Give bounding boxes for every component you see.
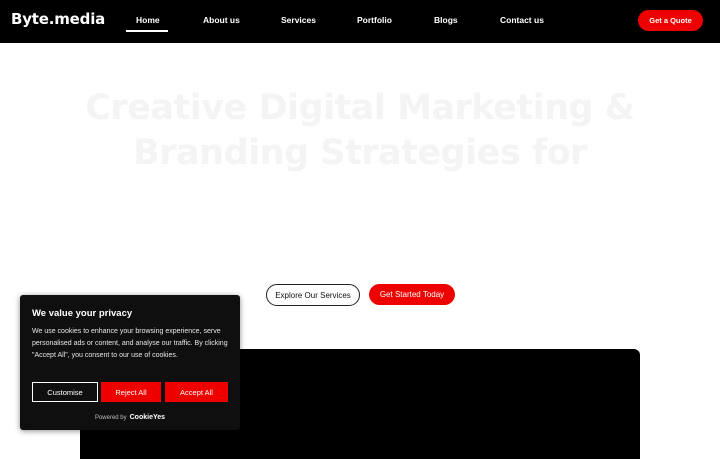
customise-button[interactable]: Customise [32,382,98,402]
get-started-button[interactable]: Get Started Today [369,284,455,305]
nav-active-indicator [126,30,168,32]
get-a-quote-button[interactable]: Get a Quote [638,10,703,31]
top-navbar: Byte.media Home About us Services Portfo… [0,0,720,43]
reject-all-button[interactable]: Reject All [101,382,161,402]
accept-all-button[interactable]: Accept All [165,382,228,402]
hero-title-line-1: Creative Digital Marketing & [85,88,635,128]
nav-services[interactable]: Services [281,15,316,25]
cookie-consent-banner: We value your privacy We use cookies to … [20,295,240,430]
nav-home[interactable]: Home [136,15,160,25]
nav-portfolio[interactable]: Portfolio [357,15,392,25]
cookieyes-logo[interactable]: CookieYes [130,414,165,421]
nav-about-us[interactable]: About us [203,15,240,25]
powered-by-label: Powered by [94,415,127,421]
nav-blogs[interactable]: Blogs [434,15,458,25]
nav-contact-us[interactable]: Contact us [500,15,544,25]
cookie-title: We value your privacy [32,308,133,319]
cookie-description: We use cookies to enhance your browsing … [32,328,228,359]
hero-title-line-2: Branding Strategies for [133,133,587,173]
brand-logo[interactable]: Byte.media [11,10,105,28]
cookie-powered-by: Powered by CookieYes [20,414,240,421]
explore-services-button[interactable]: Explore Our Services [266,284,360,306]
